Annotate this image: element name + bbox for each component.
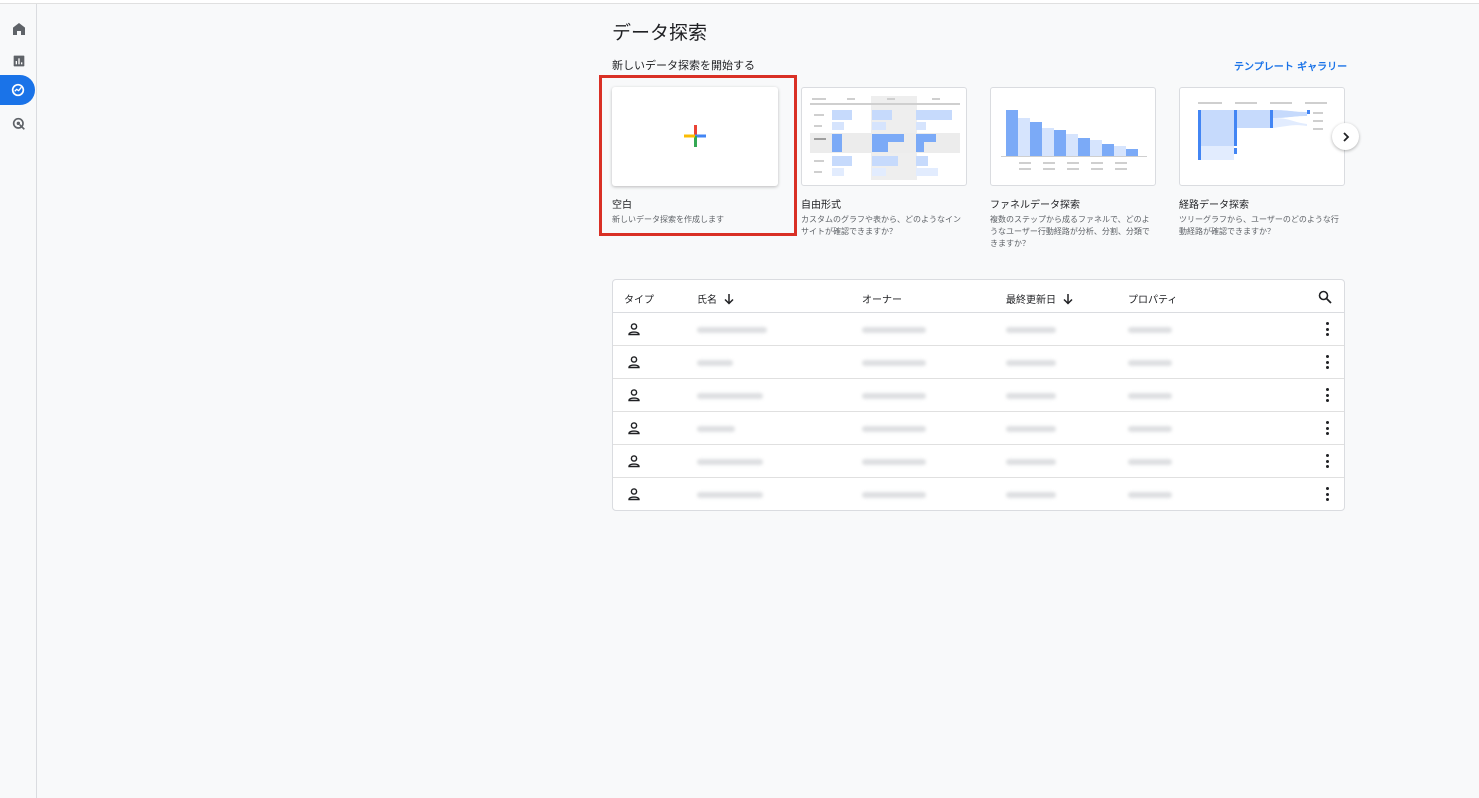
more-vert-icon[interactable] <box>1324 454 1330 468</box>
redacted-date <box>1006 459 1056 465</box>
redacted-date <box>1006 360 1056 366</box>
more-vert-icon[interactable] <box>1324 388 1330 402</box>
redacted-property <box>1128 360 1172 366</box>
more-vert-icon[interactable] <box>1324 487 1330 501</box>
section-label: 新しいデータ探索を開始する <box>612 59 755 72</box>
column-header-type[interactable]: タイプ <box>624 291 654 306</box>
reports-nav-button[interactable] <box>2 46 35 76</box>
left-nav-rail <box>0 4 37 798</box>
redacted-date <box>1006 327 1056 333</box>
table-row[interactable] <box>613 346 1344 379</box>
search-icon[interactable] <box>1318 290 1332 304</box>
template-funnel-card[interactable] <box>990 87 1156 186</box>
redacted-name <box>697 393 763 399</box>
person-icon <box>628 422 640 435</box>
redacted-property <box>1128 327 1172 333</box>
explore-nav-button[interactable] <box>0 75 35 105</box>
template-free-form-card[interactable] <box>801 87 967 186</box>
more-vert-icon[interactable] <box>1324 421 1330 435</box>
home-nav-button[interactable] <box>2 14 35 44</box>
redacted-name <box>697 492 763 498</box>
column-header-modified[interactable]: 最終更新日 <box>1006 291 1074 306</box>
person-icon <box>628 455 640 468</box>
redacted-property <box>1128 492 1172 498</box>
free-form-thumbnail <box>810 96 960 180</box>
template-title: 経路データ探索 <box>1179 200 1249 211</box>
advertising-icon <box>12 117 25 130</box>
person-icon <box>628 389 640 402</box>
arrow-down-icon <box>724 293 734 305</box>
more-vert-icon[interactable] <box>1324 355 1330 369</box>
redacted-property <box>1128 426 1172 432</box>
person-icon <box>628 356 640 369</box>
redacted-owner <box>862 393 926 399</box>
table-row[interactable] <box>613 412 1344 445</box>
template-funnel[interactable]: ファネルデータ探索 複数のステップから成るファネルで、どのようなユーザー行動経路… <box>990 87 1156 250</box>
explorations-table: タイプ 氏名 オーナー 最終更新日 プロパティ <box>612 279 1345 511</box>
table-row[interactable] <box>613 379 1344 412</box>
home-icon <box>12 23 25 35</box>
column-header-property[interactable]: プロパティ <box>1128 291 1177 306</box>
template-description: 複数のステップから成るファネルで、どのようなユーザー行動経路が分析、分割、分類で… <box>990 215 1150 248</box>
more-vert-icon[interactable] <box>1324 322 1330 336</box>
funnel-thumbnail <box>1001 110 1147 170</box>
arrow-down-icon <box>1063 293 1073 305</box>
column-header-owner[interactable]: オーナー <box>862 291 902 306</box>
template-title: ファネルデータ探索 <box>990 200 1080 211</box>
template-description: カスタムのグラフや表から、どのようなインサイトが確認できますか？ <box>801 215 961 236</box>
table-row[interactable] <box>613 478 1344 511</box>
redacted-owner <box>862 360 926 366</box>
redacted-date <box>1006 393 1056 399</box>
redacted-property <box>1128 393 1172 399</box>
redacted-name <box>697 327 767 333</box>
top-bar <box>0 0 1479 4</box>
table-body <box>613 313 1344 511</box>
template-path[interactable]: 経路データ探索 ツリーグラフから、ユーザーのどのような行動経路が確認できますか？ <box>1179 87 1345 238</box>
redacted-owner <box>862 426 926 432</box>
person-icon <box>628 488 640 501</box>
column-header-name[interactable]: 氏名 <box>697 291 735 306</box>
redacted-name <box>697 426 735 432</box>
person-icon <box>628 323 640 336</box>
table-row[interactable] <box>613 445 1344 478</box>
redacted-property <box>1128 459 1172 465</box>
redacted-owner <box>862 492 926 498</box>
redacted-date <box>1006 492 1056 498</box>
explore-icon <box>11 83 24 97</box>
redacted-owner <box>862 327 926 333</box>
template-path-card[interactable] <box>1179 87 1345 186</box>
redacted-owner <box>862 459 926 465</box>
redacted-name <box>697 360 733 366</box>
page-title: データ探索 <box>612 22 708 44</box>
template-gallery-link[interactable]: テンプレート ギャラリー <box>1234 58 1347 73</box>
template-description: ツリーグラフから、ユーザーのどのような行動経路が確認できますか？ <box>1179 215 1339 236</box>
redacted-name <box>697 459 763 465</box>
templates-next-button[interactable] <box>1332 123 1359 150</box>
table-row[interactable] <box>613 313 1344 346</box>
highlight-box <box>599 75 797 236</box>
template-free-form[interactable]: 自由形式 カスタムのグラフや表から、どのようなインサイトが確認できますか？ <box>801 87 967 238</box>
template-title: 自由形式 <box>801 200 841 211</box>
advertising-nav-button[interactable] <box>2 109 35 139</box>
chevron-right-icon <box>1342 131 1349 142</box>
table-header: タイプ 氏名 オーナー 最終更新日 プロパティ <box>613 280 1344 313</box>
redacted-date <box>1006 426 1056 432</box>
path-thumbnail <box>1198 102 1327 160</box>
reports-icon <box>13 55 24 67</box>
